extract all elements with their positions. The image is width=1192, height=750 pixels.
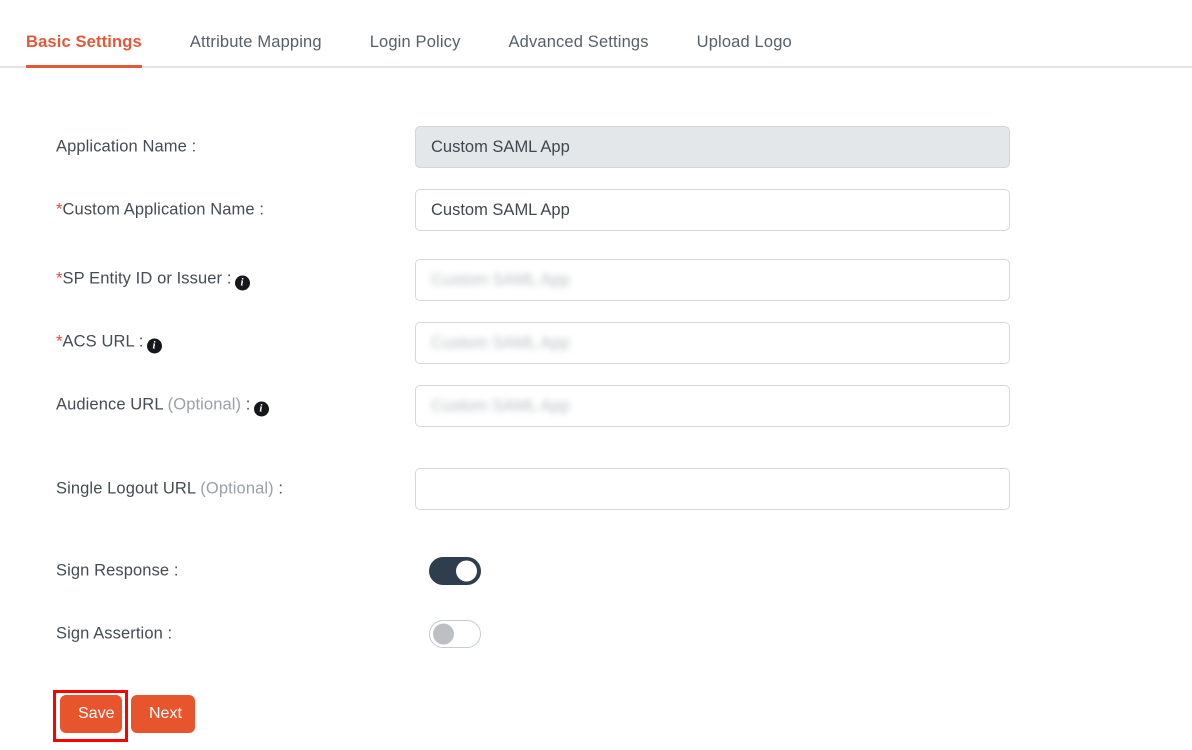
label-acs-url-text: ACS URL : [62, 332, 144, 351]
single-logout-url-input[interactable] [415, 468, 1010, 510]
toggle-knob [433, 623, 454, 645]
label-audience-url: Audience URL (Optional) :i [56, 396, 269, 417]
optional-marker: (Optional) [200, 479, 274, 498]
label-single-logout-url-suffix: : [273, 479, 284, 498]
label-audience-url-suffix: : [241, 395, 251, 414]
custom-application-name-input[interactable] [415, 189, 1010, 231]
audience-url-input[interactable] [415, 385, 1010, 427]
label-sp-entity-id-text: SP Entity ID or Issuer : [62, 269, 232, 288]
label-custom-application-name-text: Custom Application Name : [62, 200, 265, 219]
info-icon[interactable]: i [234, 275, 250, 291]
tab-upload-logo[interactable]: Upload Logo [697, 33, 792, 66]
settings-tab-bar: Basic Settings Attribute Mapping Login P… [0, 0, 1192, 68]
optional-marker: (Optional) [167, 395, 242, 414]
row-application-name: Application Name : [0, 126, 1192, 168]
application-name-input [415, 126, 1010, 168]
next-button[interactable]: Next [131, 695, 195, 733]
label-acs-url: *ACS URL :i [56, 333, 162, 354]
sign-response-toggle[interactable] [429, 557, 481, 585]
tab-login-policy-label: Login Policy [369, 33, 461, 51]
label-sign-response-text: Sign Response : [56, 561, 179, 580]
info-icon[interactable]: i [146, 338, 162, 354]
label-single-logout-url: Single Logout URL (Optional) : [56, 480, 283, 499]
row-custom-application-name: *Custom Application Name : [0, 189, 1192, 231]
label-sign-response: Sign Response : [56, 562, 179, 581]
tab-attribute-mapping[interactable]: Attribute Mapping [190, 33, 322, 66]
sign-assertion-toggle[interactable] [429, 620, 481, 648]
tab-login-policy[interactable]: Login Policy [370, 33, 461, 66]
label-sign-assertion-text: Sign Assertion : [56, 624, 173, 643]
info-icon[interactable]: i [253, 401, 269, 417]
label-single-logout-url-text: Single Logout URL [56, 479, 201, 498]
tab-advanced-settings-label: Advanced Settings [508, 33, 649, 51]
acs-url-input[interactable] [415, 322, 1010, 364]
label-application-name-text: Application Name : [56, 137, 197, 156]
label-application-name: Application Name : [56, 138, 196, 157]
label-sp-entity-id: *SP Entity ID or Issuer :i [56, 270, 250, 291]
row-sign-response: Sign Response : [0, 550, 1192, 592]
row-single-logout-url: Single Logout URL (Optional) : [0, 468, 1192, 510]
sp-entity-id-input[interactable] [415, 259, 1010, 301]
label-custom-application-name: *Custom Application Name : [56, 201, 264, 220]
tab-basic-settings[interactable]: Basic Settings [26, 33, 142, 68]
row-acs-url: *ACS URL :i [0, 322, 1192, 364]
toggle-knob [456, 560, 477, 582]
form-action-buttons: Save Next [0, 690, 1192, 750]
tab-attribute-mapping-label: Attribute Mapping [189, 33, 322, 51]
saml-basic-settings-page: Basic Settings Attribute Mapping Login P… [0, 0, 1192, 750]
label-audience-url-text: Audience URL [56, 395, 168, 414]
tab-basic-settings-label: Basic Settings [26, 33, 142, 51]
row-sp-entity-id: *SP Entity ID or Issuer :i [0, 259, 1192, 301]
row-sign-assertion: Sign Assertion : [0, 613, 1192, 655]
label-sign-assertion: Sign Assertion : [56, 625, 172, 644]
tab-advanced-settings[interactable]: Advanced Settings [508, 33, 648, 66]
tab-upload-logo-label: Upload Logo [696, 33, 792, 51]
save-button[interactable]: Save [60, 695, 122, 733]
row-audience-url: Audience URL (Optional) :i [0, 385, 1192, 427]
